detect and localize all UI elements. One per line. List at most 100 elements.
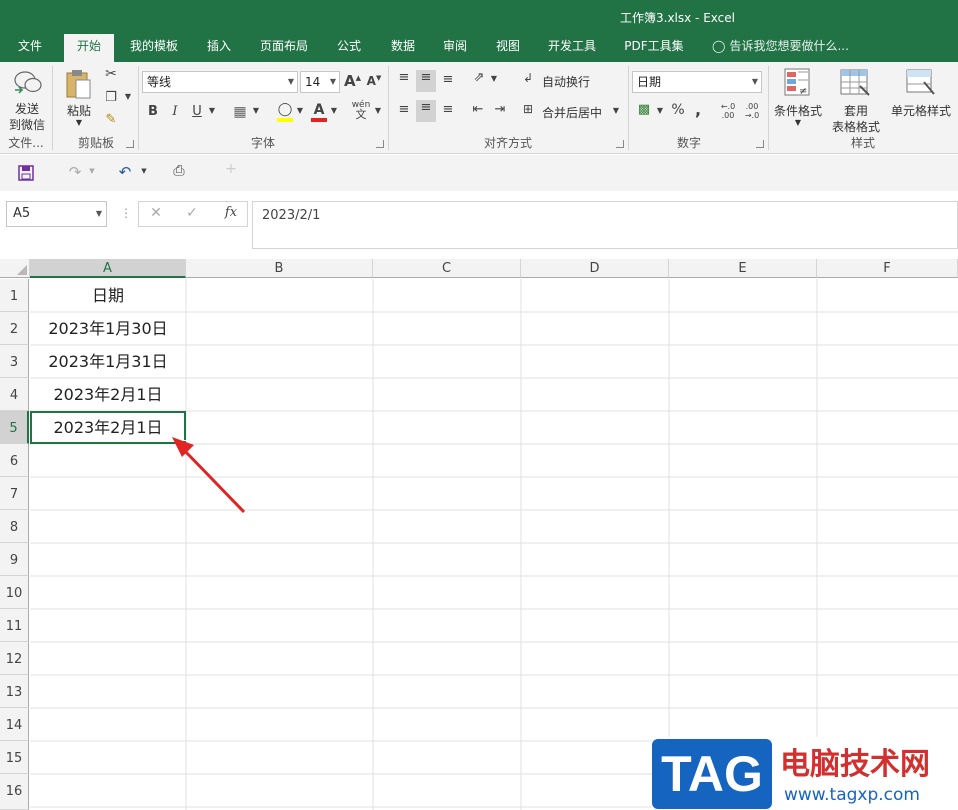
tab-data[interactable]: 数据 bbox=[380, 34, 426, 62]
insert-function-button[interactable]: fx bbox=[221, 205, 241, 220]
row-header-8[interactable]: 8 bbox=[0, 510, 29, 543]
tab-developer[interactable]: 开发工具 bbox=[540, 34, 604, 62]
tab-review[interactable]: 审阅 bbox=[432, 34, 478, 62]
cell-a3[interactable]: 2023年1月31日 bbox=[30, 345, 186, 378]
redo-dropdown-icon[interactable]: ▼ bbox=[88, 167, 96, 175]
row-header-7[interactable]: 7 bbox=[0, 477, 29, 510]
cell-styles-button[interactable]: 单元格样式 bbox=[888, 66, 954, 132]
save-icon[interactable] bbox=[18, 165, 34, 181]
accounting-format-icon[interactable]: ▩ bbox=[634, 102, 654, 117]
redo-icon[interactable]: ↷ bbox=[66, 163, 84, 181]
number-format-combo[interactable]: 日期 ▼ bbox=[632, 71, 762, 93]
format-painter-icon[interactable]: ✎ bbox=[102, 112, 120, 127]
align-middle-icon[interactable]: ≡ bbox=[416, 70, 436, 92]
orientation-icon[interactable]: ⇗ bbox=[470, 70, 488, 85]
name-box[interactable]: A5 ▼ bbox=[6, 201, 107, 227]
tab-home[interactable]: 开始 bbox=[64, 34, 114, 62]
worksheet-grid[interactable]: A B C D E F 1 2 3 4 5 6 7 8 9 10 11 12 1… bbox=[0, 259, 958, 810]
tab-pdf-tools[interactable]: PDF工具集 bbox=[616, 34, 692, 62]
customize-qat-icon[interactable]: + bbox=[224, 161, 238, 177]
row-header-3[interactable]: 3 bbox=[0, 345, 29, 378]
wrap-text-button[interactable]: ↲ 自动换行 bbox=[520, 71, 620, 91]
phonetic-dropdown-icon[interactable]: ▼ bbox=[374, 106, 382, 115]
font-launcher-icon[interactable] bbox=[376, 140, 384, 148]
column-header-e[interactable]: E bbox=[669, 259, 817, 278]
decrease-decimal-icon[interactable]: .00 →.0 bbox=[742, 102, 762, 120]
merge-center-button[interactable]: ⊞ 合并后居中 ▼ bbox=[520, 102, 624, 122]
increase-indent-icon[interactable]: ⇥ bbox=[492, 102, 508, 117]
tab-insert[interactable]: 插入 bbox=[196, 34, 242, 62]
row-header-5[interactable]: 5 bbox=[0, 411, 29, 444]
conditional-formatting-button[interactable]: ≠ 条件格式 ▼ bbox=[772, 66, 824, 132]
row-header-4[interactable]: 4 bbox=[0, 378, 29, 411]
alignment-launcher-icon[interactable] bbox=[616, 140, 624, 148]
row-header-9[interactable]: 9 bbox=[0, 543, 29, 576]
column-header-b[interactable]: B bbox=[186, 259, 373, 278]
bold-button[interactable]: B bbox=[146, 104, 160, 119]
fill-color-icon[interactable]: ◯ bbox=[276, 102, 294, 122]
comma-button[interactable]: , bbox=[692, 100, 704, 119]
tab-view[interactable]: 视图 bbox=[485, 34, 531, 62]
increase-decimal-icon[interactable]: ←.0.00 bbox=[718, 102, 738, 120]
row-header-13[interactable]: 13 bbox=[0, 675, 29, 708]
orientation-dropdown-icon[interactable]: ▼ bbox=[490, 74, 498, 83]
column-header-c[interactable]: C bbox=[373, 259, 521, 278]
font-color-icon[interactable]: A bbox=[310, 102, 328, 122]
column-header-f[interactable]: F bbox=[817, 259, 958, 278]
copy-icon[interactable]: ❐ bbox=[102, 90, 120, 105]
cell-a1[interactable]: 日期 bbox=[30, 279, 186, 312]
font-size-combo[interactable]: 14 ▼ bbox=[300, 71, 340, 93]
column-header-a[interactable]: A bbox=[30, 259, 186, 278]
decrease-indent-icon[interactable]: ⇤ bbox=[470, 102, 486, 117]
row-header-16[interactable]: 16 bbox=[0, 774, 29, 810]
enter-check-icon[interactable]: ✓ bbox=[185, 205, 199, 221]
copy-dropdown-icon[interactable]: ▼ bbox=[124, 92, 132, 101]
font-color-dropdown-icon[interactable]: ▼ bbox=[330, 106, 338, 115]
row-header-6[interactable]: 6 bbox=[0, 444, 29, 477]
row-header-12[interactable]: 12 bbox=[0, 642, 29, 675]
align-top-icon[interactable]: ≡ bbox=[396, 70, 412, 85]
row-header-2[interactable]: 2 bbox=[0, 312, 29, 345]
align-left-icon[interactable]: ≡ bbox=[396, 102, 412, 117]
cell-a2[interactable]: 2023年1月30日 bbox=[30, 312, 186, 345]
number-launcher-icon[interactable] bbox=[756, 140, 764, 148]
fill-color-dropdown-icon[interactable]: ▼ bbox=[296, 106, 304, 115]
send-to-wechat-button[interactable]: 发送 到微信 bbox=[4, 66, 50, 132]
clipboard-launcher-icon[interactable] bbox=[126, 140, 134, 148]
select-all-corner[interactable] bbox=[0, 259, 30, 278]
undo-dropdown-icon[interactable]: ▼ bbox=[140, 167, 148, 175]
tab-file[interactable]: 文件 bbox=[6, 34, 54, 62]
tell-me-box[interactable]: ◯ 告诉我您想要做什么... bbox=[712, 34, 849, 62]
row-header-14[interactable]: 14 bbox=[0, 708, 29, 741]
borders-dropdown-icon[interactable]: ▼ bbox=[252, 106, 260, 115]
align-center-icon[interactable]: ≡ bbox=[416, 100, 436, 122]
align-right-icon[interactable]: ≡ bbox=[440, 102, 456, 117]
accounting-dropdown-icon[interactable]: ▼ bbox=[656, 106, 664, 115]
phonetic-icon[interactable]: wén 文 bbox=[350, 100, 372, 120]
shrink-font-icon[interactable]: A▼ bbox=[366, 74, 382, 88]
format-as-table-button[interactable]: 套用 表格格式 bbox=[826, 66, 886, 134]
row-header-1[interactable]: 1 bbox=[0, 279, 29, 312]
tab-page-layout[interactable]: 页面布局 bbox=[252, 34, 316, 62]
underline-dropdown-icon[interactable]: ▼ bbox=[208, 106, 216, 115]
paste-button[interactable]: 粘贴 ▼ bbox=[60, 66, 98, 132]
align-bottom-icon[interactable]: ≡ bbox=[440, 72, 456, 87]
cut-icon[interactable]: ✂ bbox=[102, 66, 120, 82]
cancel-icon[interactable]: ✕ bbox=[149, 205, 163, 221]
grow-font-icon[interactable]: A▲ bbox=[344, 72, 361, 90]
formula-input[interactable]: 2023/2/1 bbox=[252, 201, 958, 249]
column-header-d[interactable]: D bbox=[521, 259, 669, 278]
cell-a4[interactable]: 2023年2月1日 bbox=[30, 378, 186, 411]
undo-icon[interactable]: ↶ bbox=[116, 163, 134, 181]
tab-my-templates[interactable]: 我的模板 bbox=[122, 34, 186, 62]
borders-icon[interactable]: ▦ bbox=[232, 104, 248, 120]
underline-button[interactable]: U bbox=[190, 104, 204, 119]
print-preview-icon[interactable]: ⎙ bbox=[170, 163, 188, 179]
tab-formulas[interactable]: 公式 bbox=[326, 34, 372, 62]
row-header-15[interactable]: 15 bbox=[0, 741, 29, 774]
font-name-combo[interactable]: 等线 ▼ bbox=[142, 71, 298, 93]
row-header-10[interactable]: 10 bbox=[0, 576, 29, 609]
row-header-11[interactable]: 11 bbox=[0, 609, 29, 642]
percent-button[interactable]: % bbox=[670, 102, 686, 118]
italic-button[interactable]: I bbox=[168, 104, 182, 119]
